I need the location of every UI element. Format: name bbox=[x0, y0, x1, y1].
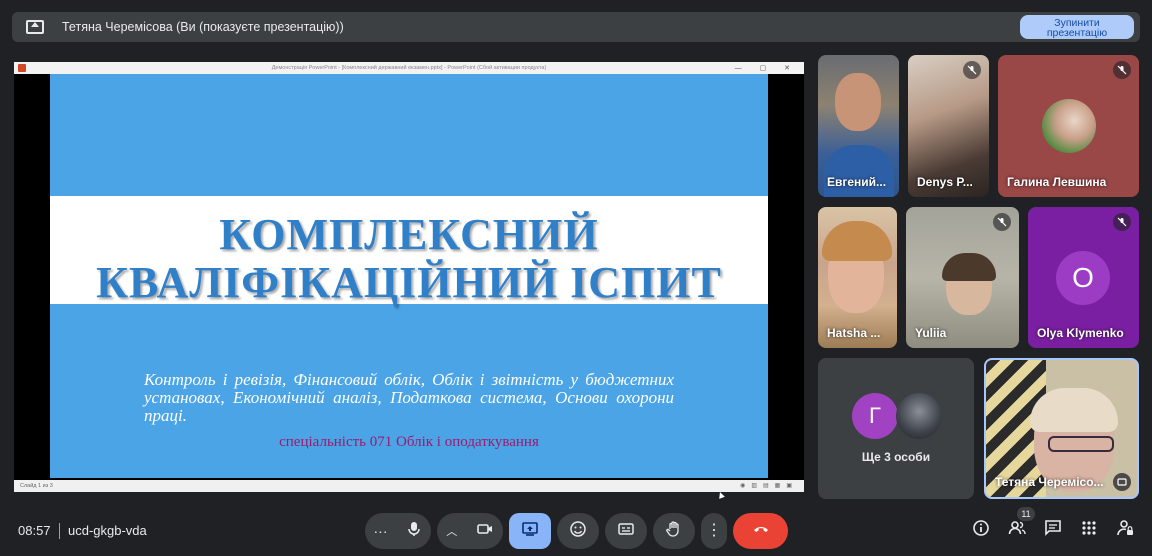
presentation-stage: Демонстрація PowerPoint - [Комплексний д… bbox=[14, 62, 804, 499]
avatar-initial: O bbox=[1072, 262, 1094, 293]
self-tile[interactable]: Тетяна Черемісо... bbox=[984, 358, 1139, 499]
participant-tile[interactable]: Hatsha ... bbox=[818, 207, 897, 348]
leave-call-button[interactable] bbox=[733, 513, 788, 549]
mic-off-icon bbox=[963, 61, 981, 79]
captions-button[interactable] bbox=[605, 513, 647, 549]
slide-specialty: спеціальність 071 Облік і оподаткування bbox=[279, 434, 539, 450]
bottom-toolbar: 08:57 ucd-gkgb-vda ··· ︿ ⋮ 11 bbox=[0, 505, 1152, 556]
others-tile[interactable]: Г Ще 3 особи bbox=[818, 358, 974, 499]
participant-hair bbox=[822, 221, 892, 261]
powerpoint-titlebar: Демонстрація PowerPoint - [Комплексний д… bbox=[14, 62, 804, 74]
meeting-details-button[interactable] bbox=[971, 519, 991, 542]
info-icon bbox=[972, 519, 990, 542]
participant-name: Hatsha ... bbox=[827, 326, 881, 340]
captions-icon bbox=[617, 520, 635, 542]
participant-tile[interactable]: Denys P... bbox=[908, 55, 989, 197]
participant-tile[interactable]: Yuliia bbox=[906, 207, 1019, 348]
presenting-banner: Тетяна Черемісова (Ви (показуєте презент… bbox=[12, 12, 1140, 42]
meeting-code: ucd-gkgb-vda bbox=[68, 523, 147, 538]
powerpoint-window-title: Демонстрація PowerPoint - [Комплексний д… bbox=[271, 65, 547, 71]
participant-name: Olya Klymenko bbox=[1037, 326, 1124, 340]
slide-title-line2: КВАЛІФІКАЦІЙНИЙ ІСПИТ bbox=[96, 258, 722, 307]
participant-video bbox=[835, 73, 881, 131]
phone-hangup-icon bbox=[752, 520, 770, 542]
mic-off-icon bbox=[1113, 213, 1131, 231]
participant-name: Denys P... bbox=[917, 175, 973, 189]
raise-hand-button[interactable] bbox=[653, 513, 695, 549]
more-options-mic-button[interactable]: ··· bbox=[365, 513, 431, 549]
participant-name: Галина Левшина bbox=[1007, 175, 1107, 189]
participant-avatar: O bbox=[1056, 251, 1110, 305]
emoji-icon bbox=[569, 520, 587, 542]
lock-person-icon bbox=[1116, 519, 1134, 542]
divider bbox=[59, 523, 60, 539]
reactions-button[interactable] bbox=[557, 513, 599, 549]
mouse-cursor-icon bbox=[717, 491, 725, 499]
chat-icon bbox=[1044, 519, 1062, 542]
slide-body-text: Контроль і ревізія, Фінансовий облік, Об… bbox=[144, 370, 674, 425]
people-button[interactable] bbox=[1007, 520, 1027, 540]
camera-icon bbox=[476, 520, 494, 542]
participant-name: Yuliia bbox=[915, 326, 947, 340]
apps-grid-icon bbox=[1080, 519, 1098, 542]
participant-name: Евгений... bbox=[827, 175, 887, 189]
present-screen-icon bbox=[26, 20, 44, 34]
microphone-icon bbox=[405, 520, 423, 542]
participant-hair bbox=[1030, 388, 1118, 432]
chevron-up-icon: ︿ bbox=[446, 526, 458, 538]
participant-shirt bbox=[824, 145, 894, 197]
others-label: Ще 3 особи bbox=[861, 450, 931, 464]
present-now-button[interactable] bbox=[509, 513, 551, 549]
meet-window: Тетяна Черемісова (Ви (показуєте презент… bbox=[0, 0, 1152, 556]
slide-title-line1: КОМПЛЕКСНИЙ bbox=[219, 210, 599, 259]
pin-self-icon[interactable] bbox=[1113, 473, 1131, 491]
activities-button[interactable] bbox=[1079, 520, 1099, 540]
participant-avatar: Г bbox=[852, 393, 898, 439]
participant-hair bbox=[942, 253, 996, 281]
slide-counter: Слайд 1 из 3 bbox=[20, 483, 53, 489]
window-controls-icon: — ▢ ✕ bbox=[734, 65, 798, 72]
stop-presenting-label-2: презентацію bbox=[1046, 27, 1108, 39]
mic-off-icon bbox=[1113, 61, 1131, 79]
participant-tile[interactable]: Галина Левшина bbox=[998, 55, 1139, 197]
present-screen-icon bbox=[521, 520, 539, 542]
host-controls-button[interactable] bbox=[1115, 519, 1135, 542]
banner-title: Тетяна Черемісова (Ви (показуєте презент… bbox=[62, 20, 344, 34]
participant-avatar bbox=[1042, 99, 1096, 153]
hand-icon bbox=[665, 520, 683, 542]
stop-presenting-button[interactable]: Зупинити презентацію bbox=[1020, 15, 1134, 39]
participant-tile[interactable]: Евгений... bbox=[818, 55, 899, 197]
participant-tile[interactable]: O Olya Klymenko bbox=[1028, 207, 1139, 348]
more-vert-icon: ⋮ bbox=[706, 522, 722, 539]
people-icon bbox=[1008, 519, 1026, 542]
avatar-initial: Г bbox=[869, 403, 881, 428]
slide: КОМПЛЕКСНИЙ КВАЛІФІКАЦІЙНИЙ ІСПИТ Контро… bbox=[50, 74, 768, 478]
view-buttons-icon[interactable]: ◉▥▤▦▣ bbox=[740, 482, 798, 489]
more-dots-icon: ··· bbox=[373, 523, 388, 539]
clock: 08:57 bbox=[18, 523, 51, 538]
camera-button[interactable]: ︿ bbox=[437, 513, 503, 549]
glasses-icon bbox=[1048, 436, 1114, 452]
more-options-button[interactable]: ⋮ bbox=[701, 513, 727, 549]
participant-avatar bbox=[896, 393, 942, 439]
mic-off-icon bbox=[993, 213, 1011, 231]
participant-name: Тетяна Черемісо... bbox=[995, 475, 1104, 489]
chat-button[interactable] bbox=[1043, 519, 1063, 542]
powerpoint-statusbar: Слайд 1 из 3 ◉▥▤▦▣ bbox=[14, 480, 804, 492]
